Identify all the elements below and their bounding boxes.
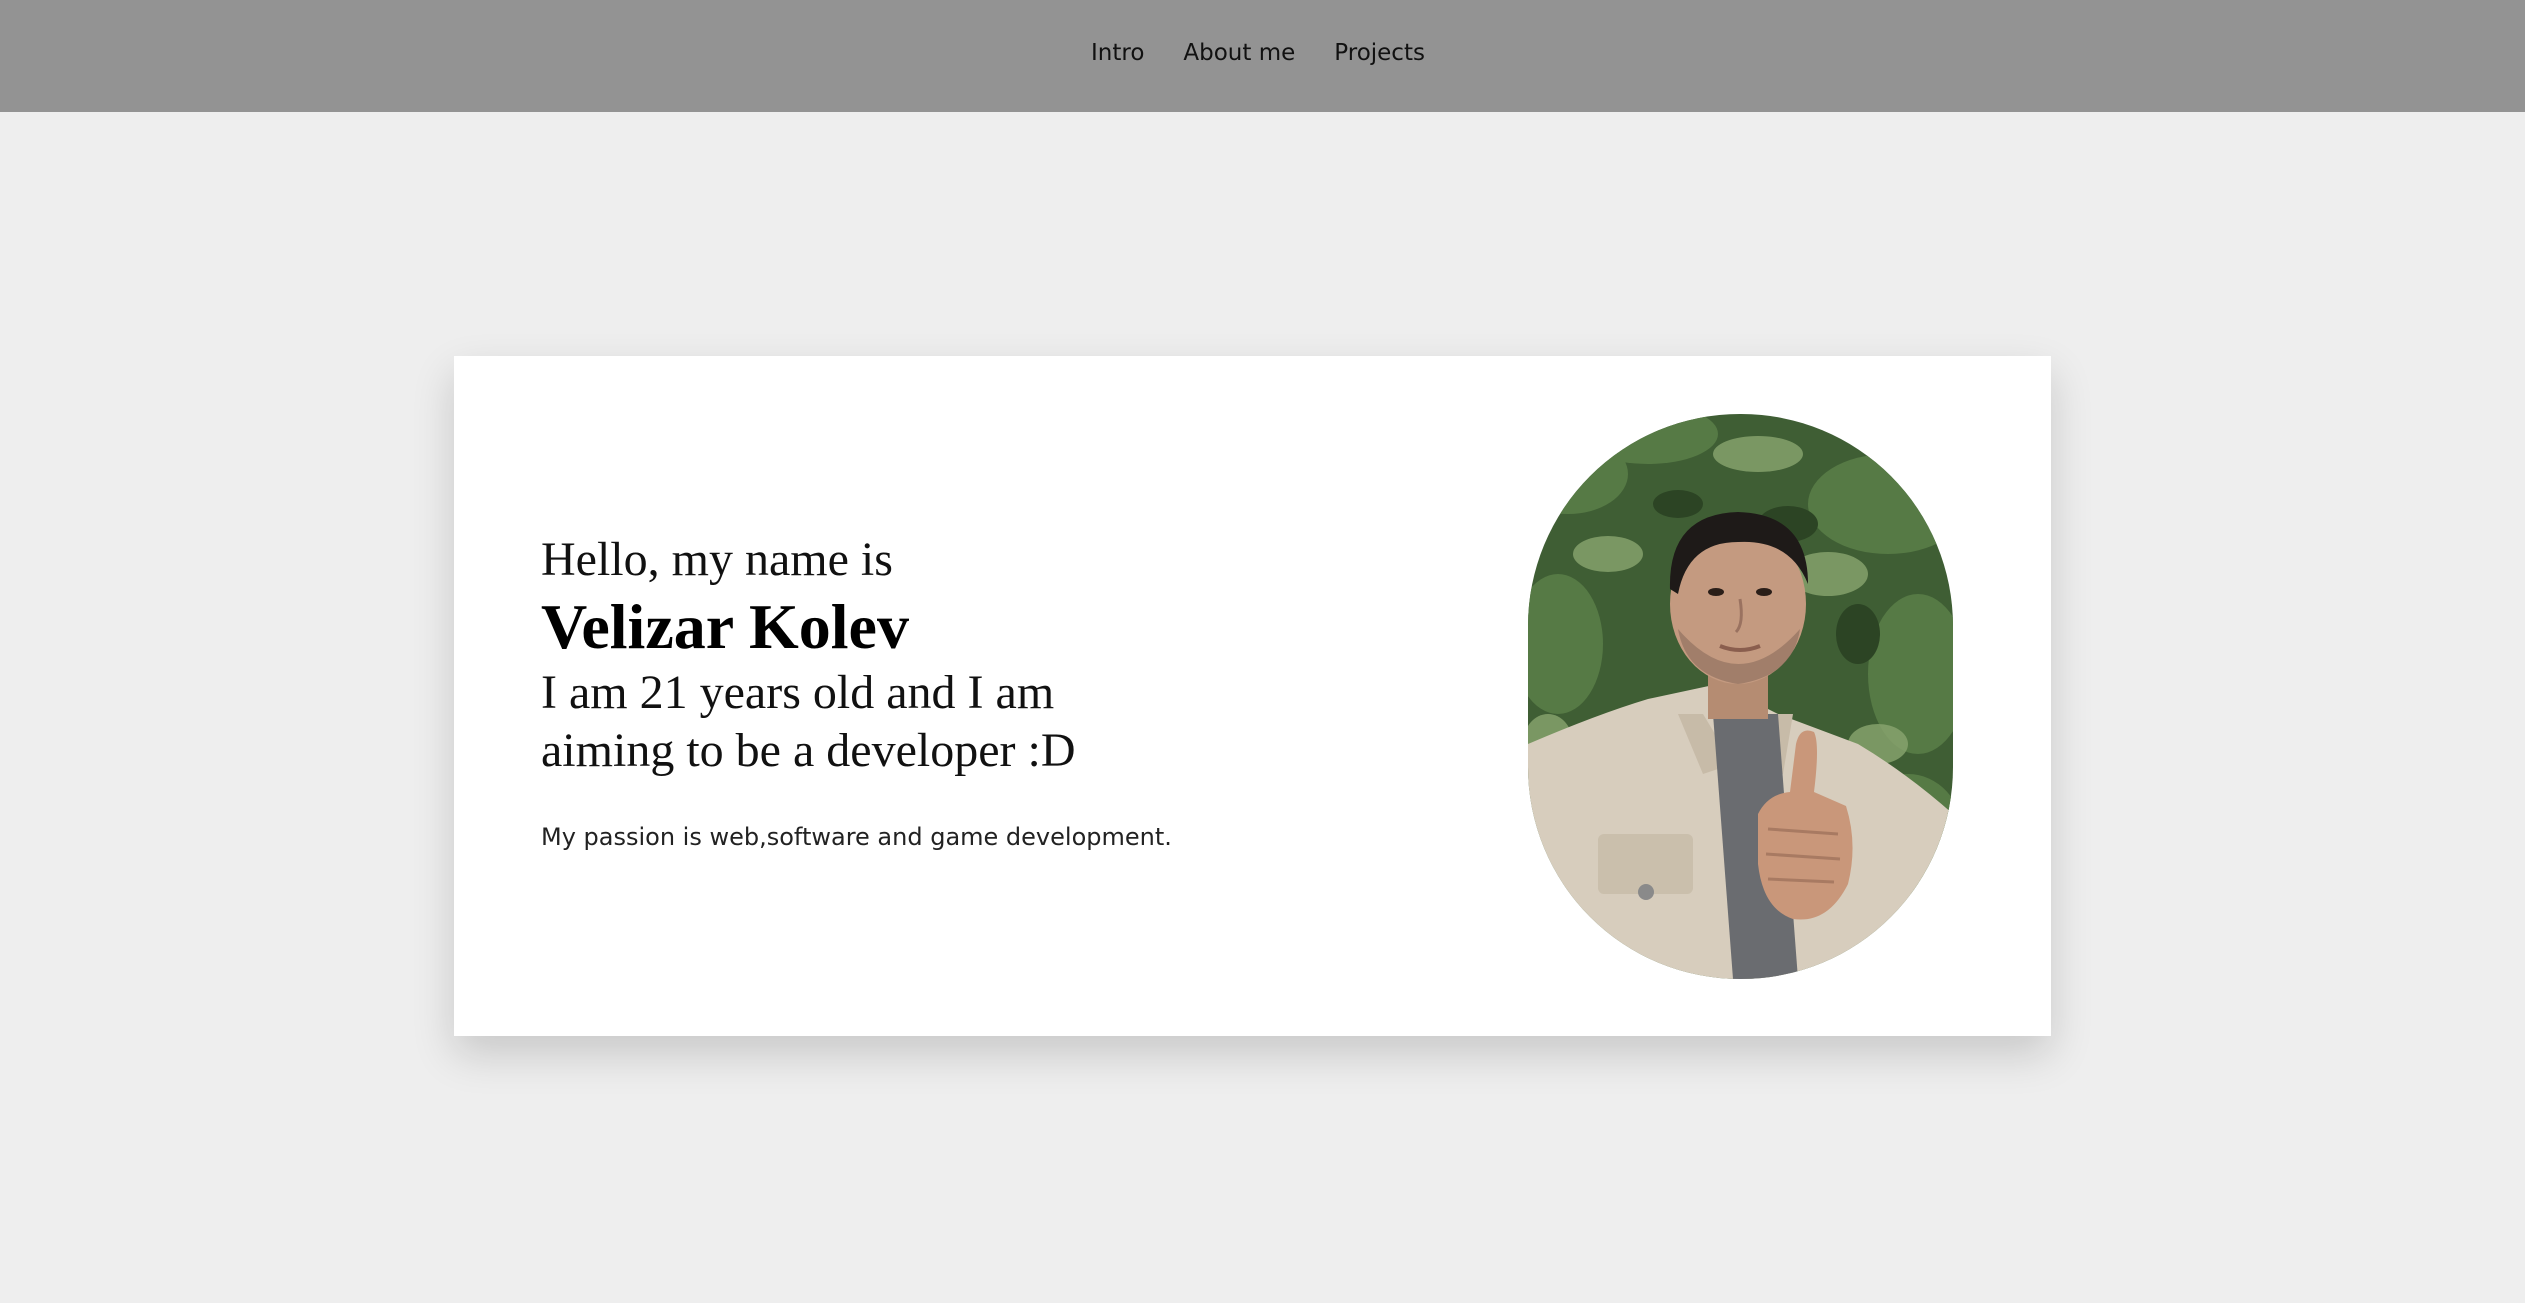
intro-text-block: Hello, my name is Velizar Kolev I am 21 …: [541, 532, 1341, 854]
greeting-text: Hello, my name is: [541, 533, 893, 586]
top-navbar: Intro About me Projects: [0, 0, 2525, 112]
nav-link-about-me[interactable]: About me: [1183, 36, 1295, 70]
tagline-text: I am 21 years old and I am aiming to be …: [541, 666, 1076, 777]
intro-card: Hello, my name is Velizar Kolev I am 21 …: [454, 356, 2051, 1036]
nav-link-intro[interactable]: Intro: [1091, 36, 1144, 70]
nav-link-projects[interactable]: Projects: [1334, 36, 1425, 70]
passion-text: My passion is web,software and game deve…: [541, 823, 1172, 851]
nav-menu: Intro About me Projects: [1091, 36, 1425, 70]
name-heading: Velizar Kolev: [541, 591, 909, 662]
profile-photo: [1528, 414, 1953, 979]
